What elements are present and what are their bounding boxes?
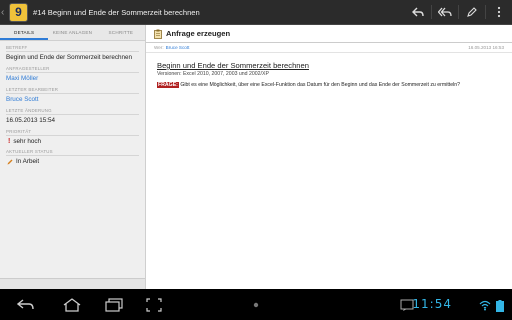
- who-label: Wer:: [154, 45, 164, 50]
- field-status: AKTUELLER STATUS In Arbeit: [0, 149, 145, 165]
- reply-button[interactable]: [405, 0, 431, 24]
- field-label: LETZTER BEARBEITER: [6, 87, 139, 94]
- content-title: Anfrage erzeugen: [166, 29, 231, 38]
- field-label: BETREFF: [6, 45, 139, 52]
- recent-apps-icon: [105, 298, 123, 312]
- details-sidebar: DETAILS KEINE ANLAGEN SCHRITTE BETREFF B…: [0, 25, 146, 289]
- back-chevron-icon[interactable]: ‹: [1, 7, 7, 18]
- action-buttons: [405, 0, 512, 24]
- home-icon: [63, 298, 81, 312]
- reply-icon: [412, 7, 424, 17]
- field-priority: PRIORITÄT ! sehr hoch: [0, 129, 145, 145]
- who-line: Wer: Bruce Scott: [154, 45, 189, 50]
- field-label: LETZTE ÄNDERUNG: [6, 108, 139, 115]
- app-logo-letter: 9: [15, 5, 22, 19]
- content-header: Anfrage erzeugen: [146, 25, 512, 43]
- field-label: ANFRAGESTELLER: [6, 66, 139, 73]
- screenshot-button[interactable]: [143, 297, 165, 313]
- entry-timestamp: 16.05.2013 16:53: [468, 45, 504, 50]
- field-value: Beginn und Ende der Sommerzeit berechnen: [6, 54, 133, 61]
- status-value: In Arbeit: [16, 158, 40, 165]
- field-label: AKTUELLER STATUS: [6, 149, 139, 156]
- app-logo-icon[interactable]: 9: [9, 2, 28, 22]
- field-requester: ANFRAGESTELLER Maxi Möller: [0, 66, 145, 83]
- status-icons: [479, 300, 504, 312]
- wifi-icon: [479, 300, 491, 311]
- edit-button[interactable]: [459, 0, 485, 24]
- menu-button[interactable]: [245, 297, 267, 313]
- ticket-subject: Beginn und Ende der Sommerzeit berechnen: [157, 61, 309, 70]
- screenshot-icon: [146, 298, 162, 312]
- menu-dot-icon: [253, 302, 259, 308]
- recent-apps-button[interactable]: [103, 297, 125, 313]
- overflow-menu-icon: [497, 6, 501, 18]
- home-button[interactable]: [61, 297, 83, 313]
- sidebar-tabs: DETAILS KEINE ANLAGEN SCHRITTE: [0, 25, 145, 41]
- question-tag: FRAGE:: [157, 82, 179, 88]
- tab-attachments[interactable]: KEINE ANLAGEN: [48, 25, 96, 40]
- field-last-change: LETZTE ÄNDERUNG 16.05.2013 15:54: [0, 108, 145, 125]
- ticket-versions: Versionen: Excel 2010, 2007, 2003 und 20…: [157, 71, 269, 77]
- ticket-question: FRAGE: Gibt es eine Möglichkeit, über ei…: [157, 82, 500, 89]
- field-label: PRIORITÄT: [6, 129, 139, 136]
- field-value: 16.05.2013 15:54: [6, 117, 56, 124]
- priority-row: ! sehr hoch: [6, 138, 139, 145]
- field-subject: BETREFF Beginn und Ende der Sommerzeit b…: [0, 45, 145, 62]
- entry-meta: Wer: Bruce Scott 16.05.2013 16:53: [146, 43, 512, 53]
- battery-icon: [496, 300, 504, 312]
- page-title: #14 Beginn und Ende der Sommerzeit berec…: [33, 7, 200, 17]
- field-last-editor: LETZTER BEARBEITER Bruce Scott: [0, 87, 145, 104]
- system-nav-bar: 11:54: [0, 289, 512, 320]
- reply-all-icon: [438, 7, 452, 17]
- action-bar: ‹ 9 #14 Beginn und Ende der Sommerzeit b…: [0, 0, 512, 25]
- status-row: In Arbeit: [6, 158, 139, 165]
- tab-details[interactable]: DETAILS: [0, 25, 49, 40]
- question-text: Gibt es eine Möglichkeit, über eine Exce…: [180, 82, 461, 88]
- clock: 11:54: [412, 297, 452, 311]
- requester-link[interactable]: Maxi Möller: [6, 75, 139, 83]
- reply-all-button[interactable]: [432, 0, 458, 24]
- priority-exclamation-icon: !: [8, 138, 11, 145]
- back-button[interactable]: [15, 297, 37, 313]
- author-link[interactable]: Bruce Scott: [166, 45, 190, 50]
- sidebar-footer: [0, 278, 145, 289]
- content-pane: Anfrage erzeugen Wer: Bruce Scott 16.05.2…: [146, 25, 512, 289]
- back-arrow-icon: [17, 299, 34, 310]
- tab-steps[interactable]: SCHRITTE: [97, 25, 145, 40]
- pencil-icon: [7, 159, 13, 164]
- edit-icon: [467, 7, 477, 17]
- overflow-menu-button[interactable]: [486, 0, 512, 24]
- priority-value: sehr hoch: [13, 138, 41, 145]
- clipboard-icon: [154, 29, 162, 39]
- last-editor-link[interactable]: Bruce Scott: [6, 96, 139, 104]
